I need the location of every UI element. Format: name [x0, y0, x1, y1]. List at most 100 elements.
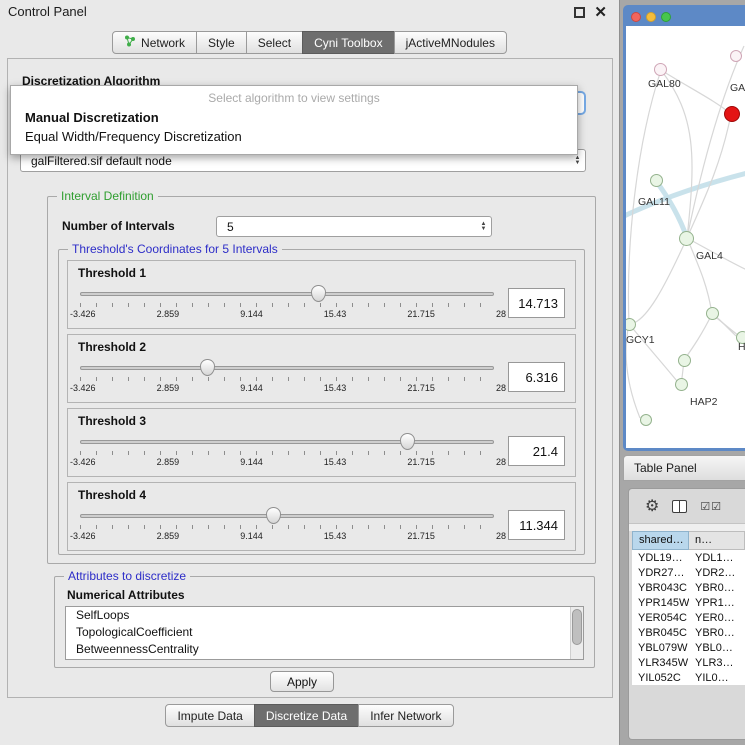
dropdown-option-manual-discretization[interactable]: Manual Discretization: [11, 108, 577, 127]
network-canvas[interactable]: GAL80 GA GAL11 GAL4 GCY1 H HAP2: [626, 26, 745, 448]
minimize-traffic-icon[interactable]: [646, 12, 656, 22]
table-cell[interactable]: YBR0…: [689, 580, 745, 595]
tab-label: Select: [258, 36, 291, 50]
threshold-slider[interactable]: -3.426 2.859 9.144 15.43 21.715 28: [78, 505, 496, 545]
apply-button[interactable]: Apply: [270, 671, 334, 692]
tab-infer-network[interactable]: Infer Network: [358, 704, 453, 727]
dropdown-placeholder-option: Select algorithm to view settings: [11, 89, 577, 108]
slider-track[interactable]: [80, 292, 494, 296]
table-cell[interactable]: YLR3…: [689, 655, 745, 670]
dropdown-option-equal-width[interactable]: Equal Width/Frequency Discretization: [11, 127, 577, 146]
scale-tick-label: 28: [496, 383, 506, 393]
zoom-traffic-icon[interactable]: [661, 12, 671, 22]
node-label: GCY1: [626, 334, 655, 346]
table-row[interactable]: YBR045CYBR0…: [632, 625, 745, 640]
table-panel-header[interactable]: Table Panel: [623, 455, 745, 481]
threshold-panel-4: Threshold 4 -3.426 2.859 9.144 15.43 21.…: [67, 482, 576, 551]
network-window-titlebar[interactable]: [626, 8, 745, 26]
table-row[interactable]: YDL19…YDL1…: [632, 550, 745, 565]
threshold-value-field[interactable]: 11.344: [508, 510, 565, 540]
table-row[interactable]: YER054CYER0…: [632, 610, 745, 625]
table-row[interactable]: YDR27…YDR2…: [632, 565, 745, 580]
list-item[interactable]: TopologicalCoefficient: [66, 624, 583, 641]
table-row[interactable]: YBL079WYBL0…: [632, 640, 745, 655]
network-node[interactable]: [706, 307, 719, 320]
table-cell[interactable]: YPR145W: [632, 595, 689, 610]
table-cell[interactable]: YER054C: [632, 610, 689, 625]
network-view-window: GAL80 GA GAL11 GAL4 GCY1 H HAP2: [623, 5, 745, 451]
threshold-slider[interactable]: -3.426 2.859 9.144 15.43 21.715 28: [78, 283, 496, 323]
tab-select[interactable]: Select: [246, 31, 303, 54]
tab-style[interactable]: Style: [196, 31, 247, 54]
threshold-value-field[interactable]: 14.713: [508, 288, 565, 318]
tab-impute-data[interactable]: Impute Data: [165, 704, 254, 727]
column-header-name[interactable]: n…: [689, 531, 745, 550]
table-cell[interactable]: YBR043C: [632, 580, 689, 595]
select-columns-icon[interactable]: ☑☑: [700, 500, 722, 513]
scrollbar-thumb[interactable]: [572, 609, 582, 645]
slider-track[interactable]: [80, 440, 494, 444]
network-node[interactable]: [654, 63, 667, 76]
list-scrollbar[interactable]: [570, 607, 583, 659]
table-cell[interactable]: YBR0…: [689, 625, 745, 640]
table-cell[interactable]: YIL0…: [689, 670, 745, 685]
table-cell[interactable]: YPR1…: [689, 595, 745, 610]
threshold-value-field[interactable]: 21.4: [508, 436, 565, 466]
threshold-label: Threshold 2: [78, 340, 565, 354]
network-node-selected[interactable]: [724, 106, 740, 122]
tab-label: Network: [141, 36, 185, 50]
slider-track[interactable]: [80, 366, 494, 370]
table-cell[interactable]: YDL1…: [689, 550, 745, 565]
network-node[interactable]: [650, 174, 663, 187]
threshold-slider[interactable]: -3.426 2.859 9.144 15.43 21.715 28: [78, 431, 496, 471]
slider-track[interactable]: [80, 514, 494, 518]
threshold-panel-3: Threshold 3 -3.426 2.859 9.144 15.43 21.…: [67, 408, 576, 477]
network-node[interactable]: [640, 414, 652, 426]
table-cell[interactable]: YER0…: [689, 610, 745, 625]
table-body: YDL19…YDL1… YDR27…YDR2… YBR043CYBR0… YPR…: [632, 550, 745, 685]
threshold-value-field[interactable]: 6.316: [508, 362, 565, 392]
slider-scale: -3.426 2.859 9.144 15.43 21.715 28: [70, 531, 506, 541]
table-cell[interactable]: YLR345W: [632, 655, 689, 670]
node-table: shared… n… YDL19…YDL1… YDR27…YDR2… YBR04…: [632, 531, 745, 685]
restore-icon[interactable]: [574, 7, 585, 18]
list-item[interactable]: BetweennessCentrality: [66, 641, 583, 658]
tab-cyni-toolbox[interactable]: Cyni Toolbox: [302, 31, 394, 54]
close-traffic-icon[interactable]: [631, 12, 641, 22]
tab-network[interactable]: Network: [112, 31, 197, 54]
tab-discretize-data[interactable]: Discretize Data: [254, 704, 359, 727]
table-row[interactable]: YBR043CYBR0…: [632, 580, 745, 595]
slider-thumb[interactable]: [200, 359, 215, 376]
gear-icon[interactable]: ⚙: [645, 496, 659, 516]
network-node[interactable]: [679, 231, 694, 246]
control-panel-window: Control Panel ✕ Network Style Select Cyn…: [0, 0, 620, 745]
number-of-intervals-combo[interactable]: 5 ▲▼: [216, 216, 492, 237]
slider-thumb[interactable]: [400, 433, 415, 450]
column-header-shared-name[interactable]: shared…: [632, 531, 689, 550]
slider-thumb[interactable]: [311, 285, 326, 302]
table-cell[interactable]: YBR045C: [632, 625, 689, 640]
table-cell[interactable]: YDR27…: [632, 565, 689, 580]
columns-icon[interactable]: [672, 500, 687, 513]
table-row[interactable]: YLR345WYLR3…: [632, 655, 745, 670]
table-cell[interactable]: YBL079W: [632, 640, 689, 655]
network-node[interactable]: [675, 378, 688, 391]
table-row[interactable]: YPR145WYPR1…: [632, 595, 745, 610]
table-cell[interactable]: YBL0…: [689, 640, 745, 655]
list-item[interactable]: SelfLoops: [66, 607, 583, 624]
threshold-slider[interactable]: -3.426 2.859 9.144 15.43 21.715 28: [78, 357, 496, 397]
table-row[interactable]: YIL052CYIL0…: [632, 670, 745, 685]
scale-tick-label: 21.715: [407, 531, 435, 541]
table-cell[interactable]: YDL19…: [632, 550, 689, 565]
scale-tick-label: 15.43: [324, 457, 347, 467]
close-icon[interactable]: ✕: [594, 3, 607, 21]
slider-thumb[interactable]: [266, 507, 281, 524]
table-cell[interactable]: YDR2…: [689, 565, 745, 580]
network-node[interactable]: [730, 50, 742, 62]
scale-tick-label: 2.859: [157, 457, 180, 467]
network-node[interactable]: [678, 354, 691, 367]
tab-jactivemnodules[interactable]: jActiveMNodules: [394, 31, 507, 54]
slider-scale: -3.426 2.859 9.144 15.43 21.715 28: [70, 457, 506, 467]
scale-tick-label: 2.859: [157, 309, 180, 319]
table-cell[interactable]: YIL052C: [632, 670, 689, 685]
